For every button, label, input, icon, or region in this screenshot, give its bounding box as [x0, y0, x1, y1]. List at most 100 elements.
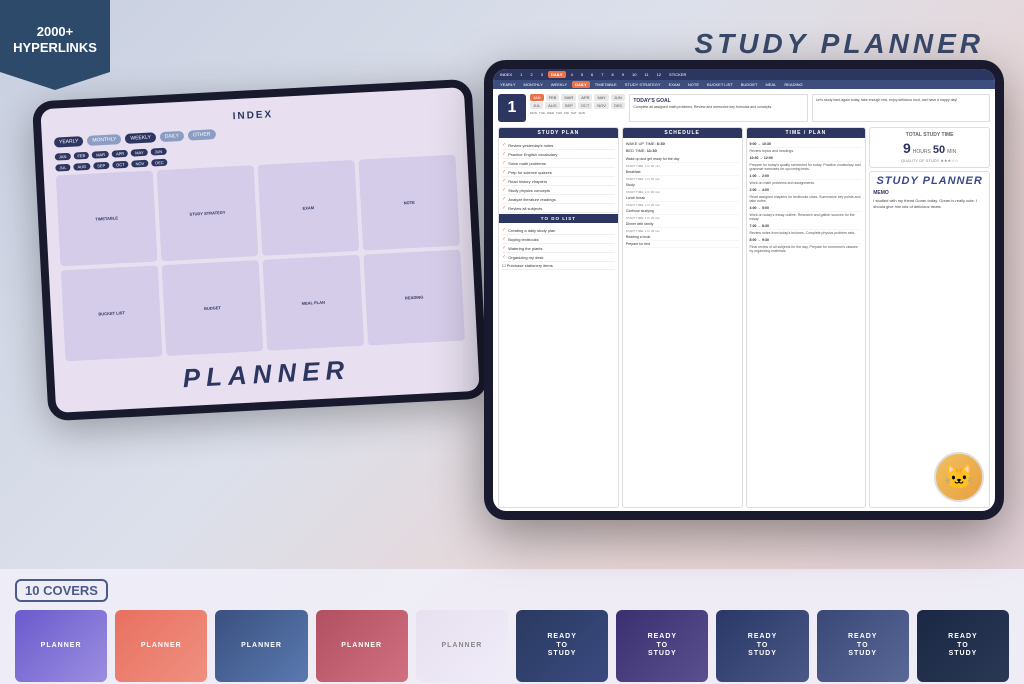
nav-4[interactable]: 4	[568, 71, 576, 78]
study-item-8: ✓Review all subjects	[502, 204, 615, 213]
month-mar[interactable]: MAR	[561, 94, 576, 101]
time-4: 2:00 → 4:00	[750, 187, 863, 194]
nav-daily-active[interactable]: DAILY	[548, 71, 566, 78]
nav2-exam[interactable]: EXAM	[666, 81, 683, 88]
month-jun[interactable]: JUN	[611, 94, 625, 101]
nav-11[interactable]: 11	[641, 71, 651, 78]
cover-2[interactable]: PLANNER	[115, 610, 207, 682]
cover-7[interactable]: READYTOSTUDY	[616, 610, 708, 682]
grid-note[interactable]: NOTE	[358, 155, 460, 251]
date-number: 1	[498, 94, 526, 122]
month-may[interactable]: MAY	[594, 94, 608, 101]
nav-7[interactable]: 7	[598, 71, 606, 78]
total-hours: 9	[903, 140, 911, 156]
todo-3: ✓Watering the plants	[502, 244, 615, 253]
cover-8-text: READYTOSTUDY	[748, 633, 778, 658]
cover-4-text: PLANNER	[341, 642, 382, 650]
nav-yearly[interactable]: YEARLY	[54, 136, 84, 148]
sched-time-5: START TIME: 1 hr 30 min	[626, 216, 739, 220]
sched-6: Dinner with family	[626, 221, 739, 228]
nav2-bucket[interactable]: BUCKET LIST	[704, 81, 736, 88]
time-2: 10:30 → 12:00	[750, 155, 863, 162]
cat-avatar: 🐱	[934, 452, 984, 502]
time-3: 1:00 → 2:00	[750, 173, 863, 180]
time-plan-col: TIME / PLAN 9:00 → 10:30 Review topics a…	[746, 127, 867, 508]
sched-2: Breakfast	[626, 169, 739, 176]
cover-8[interactable]: READYTOSTUDY	[716, 610, 808, 682]
nav2-study-strategy[interactable]: STUDY STRATEGY	[622, 81, 664, 88]
cover-4[interactable]: PLANNER	[316, 610, 408, 682]
todo-1: ✓Creating a daily study plan	[502, 226, 615, 235]
nav-monthly[interactable]: MONTHLY	[87, 134, 122, 146]
covers-grid: PLANNER PLANNER PLANNER PLANNER PLANNER …	[15, 610, 1009, 682]
nav2-note[interactable]: NOTE	[685, 81, 702, 88]
weekday-thu: THU	[556, 111, 562, 115]
study-item-7: ✓Analyze literature readings	[502, 195, 615, 204]
nav-weekly[interactable]: WEEKLY	[125, 132, 156, 144]
nav-8[interactable]: 8	[609, 71, 617, 78]
right-col: TOTAL STUDY TIME 9 HOURS 50 MIN QUALITY …	[869, 127, 990, 508]
grid-reading[interactable]: READING	[363, 250, 465, 346]
time-5: 4:00 → 5:00	[750, 205, 863, 212]
schedule-body: WAKE UP TIME: 6:30 BED TIME: 11:30 Wake …	[623, 138, 742, 251]
study-plan-body: ✓Review yesterday's notes ✓Practice Engl…	[499, 138, 618, 273]
nav-1[interactable]: 1	[517, 71, 525, 78]
grid-links: TIMETABLE STUDY STRATEGY EXAM NOTE BUCKE…	[56, 155, 465, 362]
nav-3[interactable]: 3	[538, 71, 546, 78]
month-feb[interactable]: FEB	[546, 94, 560, 101]
grid-bucket[interactable]: BUCKET LIST	[61, 265, 163, 361]
hours-label: HOURS	[913, 149, 931, 155]
nav-sticker[interactable]: STICKER	[666, 71, 689, 78]
sched-time-6: START TIME: 1 hr 30 min	[626, 229, 739, 233]
nav2-monthly[interactable]: MONTHLY	[521, 81, 546, 88]
grid-meal[interactable]: MEAL PLAN	[263, 255, 365, 351]
cover-3[interactable]: PLANNER	[215, 610, 307, 682]
cover-10[interactable]: READYTOSTUDY	[917, 610, 1009, 682]
schedule-col: SCHEDULE WAKE UP TIME: 6:30 BED TIME: 11…	[622, 127, 743, 508]
grid-timetable[interactable]: TIMETABLE	[56, 171, 158, 267]
grid-budget[interactable]: BUDGET	[162, 260, 264, 356]
nav2-meal[interactable]: MEAL	[762, 81, 779, 88]
sched-4: Lunch break	[626, 195, 739, 202]
nav2-reading[interactable]: READING	[781, 81, 805, 88]
month-dec[interactable]: DEC	[611, 102, 625, 109]
nav-other[interactable]: OTHER	[188, 129, 216, 140]
month-aug[interactable]: AUG	[545, 102, 560, 109]
month-jan[interactable]: JAN	[530, 94, 544, 101]
grid-study-strategy[interactable]: STUDY STRATEGY	[157, 165, 259, 261]
nav2-budget[interactable]: BUDGET	[738, 81, 761, 88]
time-1: 9:00 → 10:30	[750, 141, 863, 148]
nav-5[interactable]: 5	[578, 71, 586, 78]
month-sep[interactable]: SEP	[562, 102, 576, 109]
cover-2-text: PLANNER	[141, 642, 182, 650]
study-item-4: ✓Prep for science quizzes	[502, 168, 615, 177]
cover-1[interactable]: PLANNER	[15, 610, 107, 682]
nav-9[interactable]: 9	[619, 71, 627, 78]
nav-daily[interactable]: DAILY	[160, 131, 185, 142]
nav-10[interactable]: 10	[629, 71, 639, 78]
wake-time: WAKE UP TIME: 6:30	[626, 141, 739, 146]
covers-label-text: 10 COVERS	[25, 583, 98, 598]
cover-5[interactable]: PLANNER	[416, 610, 508, 682]
nav-index[interactable]: INDEX	[497, 71, 515, 78]
nav-2[interactable]: 2	[527, 71, 535, 78]
memo-text: I studied with my friend Goran today. Go…	[873, 198, 986, 209]
nav-12[interactable]: 12	[654, 71, 664, 78]
month-jul[interactable]: JUL	[530, 102, 543, 109]
nav2-weekly[interactable]: WEEKLY	[548, 81, 570, 88]
cover-9-text: READYTOSTUDY	[848, 633, 878, 658]
month-oct[interactable]: OCT	[578, 102, 592, 109]
grid-exam[interactable]: EXAM	[258, 160, 360, 256]
nav2-timetable[interactable]: TIMETABLE	[592, 81, 620, 88]
cover-6[interactable]: READYTOSTUDY	[516, 610, 608, 682]
nav2-yearly[interactable]: YEARLY	[497, 81, 519, 88]
nav2-daily[interactable]: DAILY	[572, 81, 590, 88]
cover-9[interactable]: READYTOSTUDY	[817, 610, 909, 682]
month-nov[interactable]: NOV	[594, 102, 609, 109]
cover-5-text: PLANNER	[441, 642, 482, 650]
goal-title: TODAY'S GOAL	[633, 98, 803, 104]
todo-2: ✓Buying textbooks	[502, 235, 615, 244]
total-time-display: 9 HOURS 50 MIN	[874, 140, 985, 156]
nav-6[interactable]: 6	[588, 71, 596, 78]
month-apr[interactable]: APR	[578, 94, 592, 101]
